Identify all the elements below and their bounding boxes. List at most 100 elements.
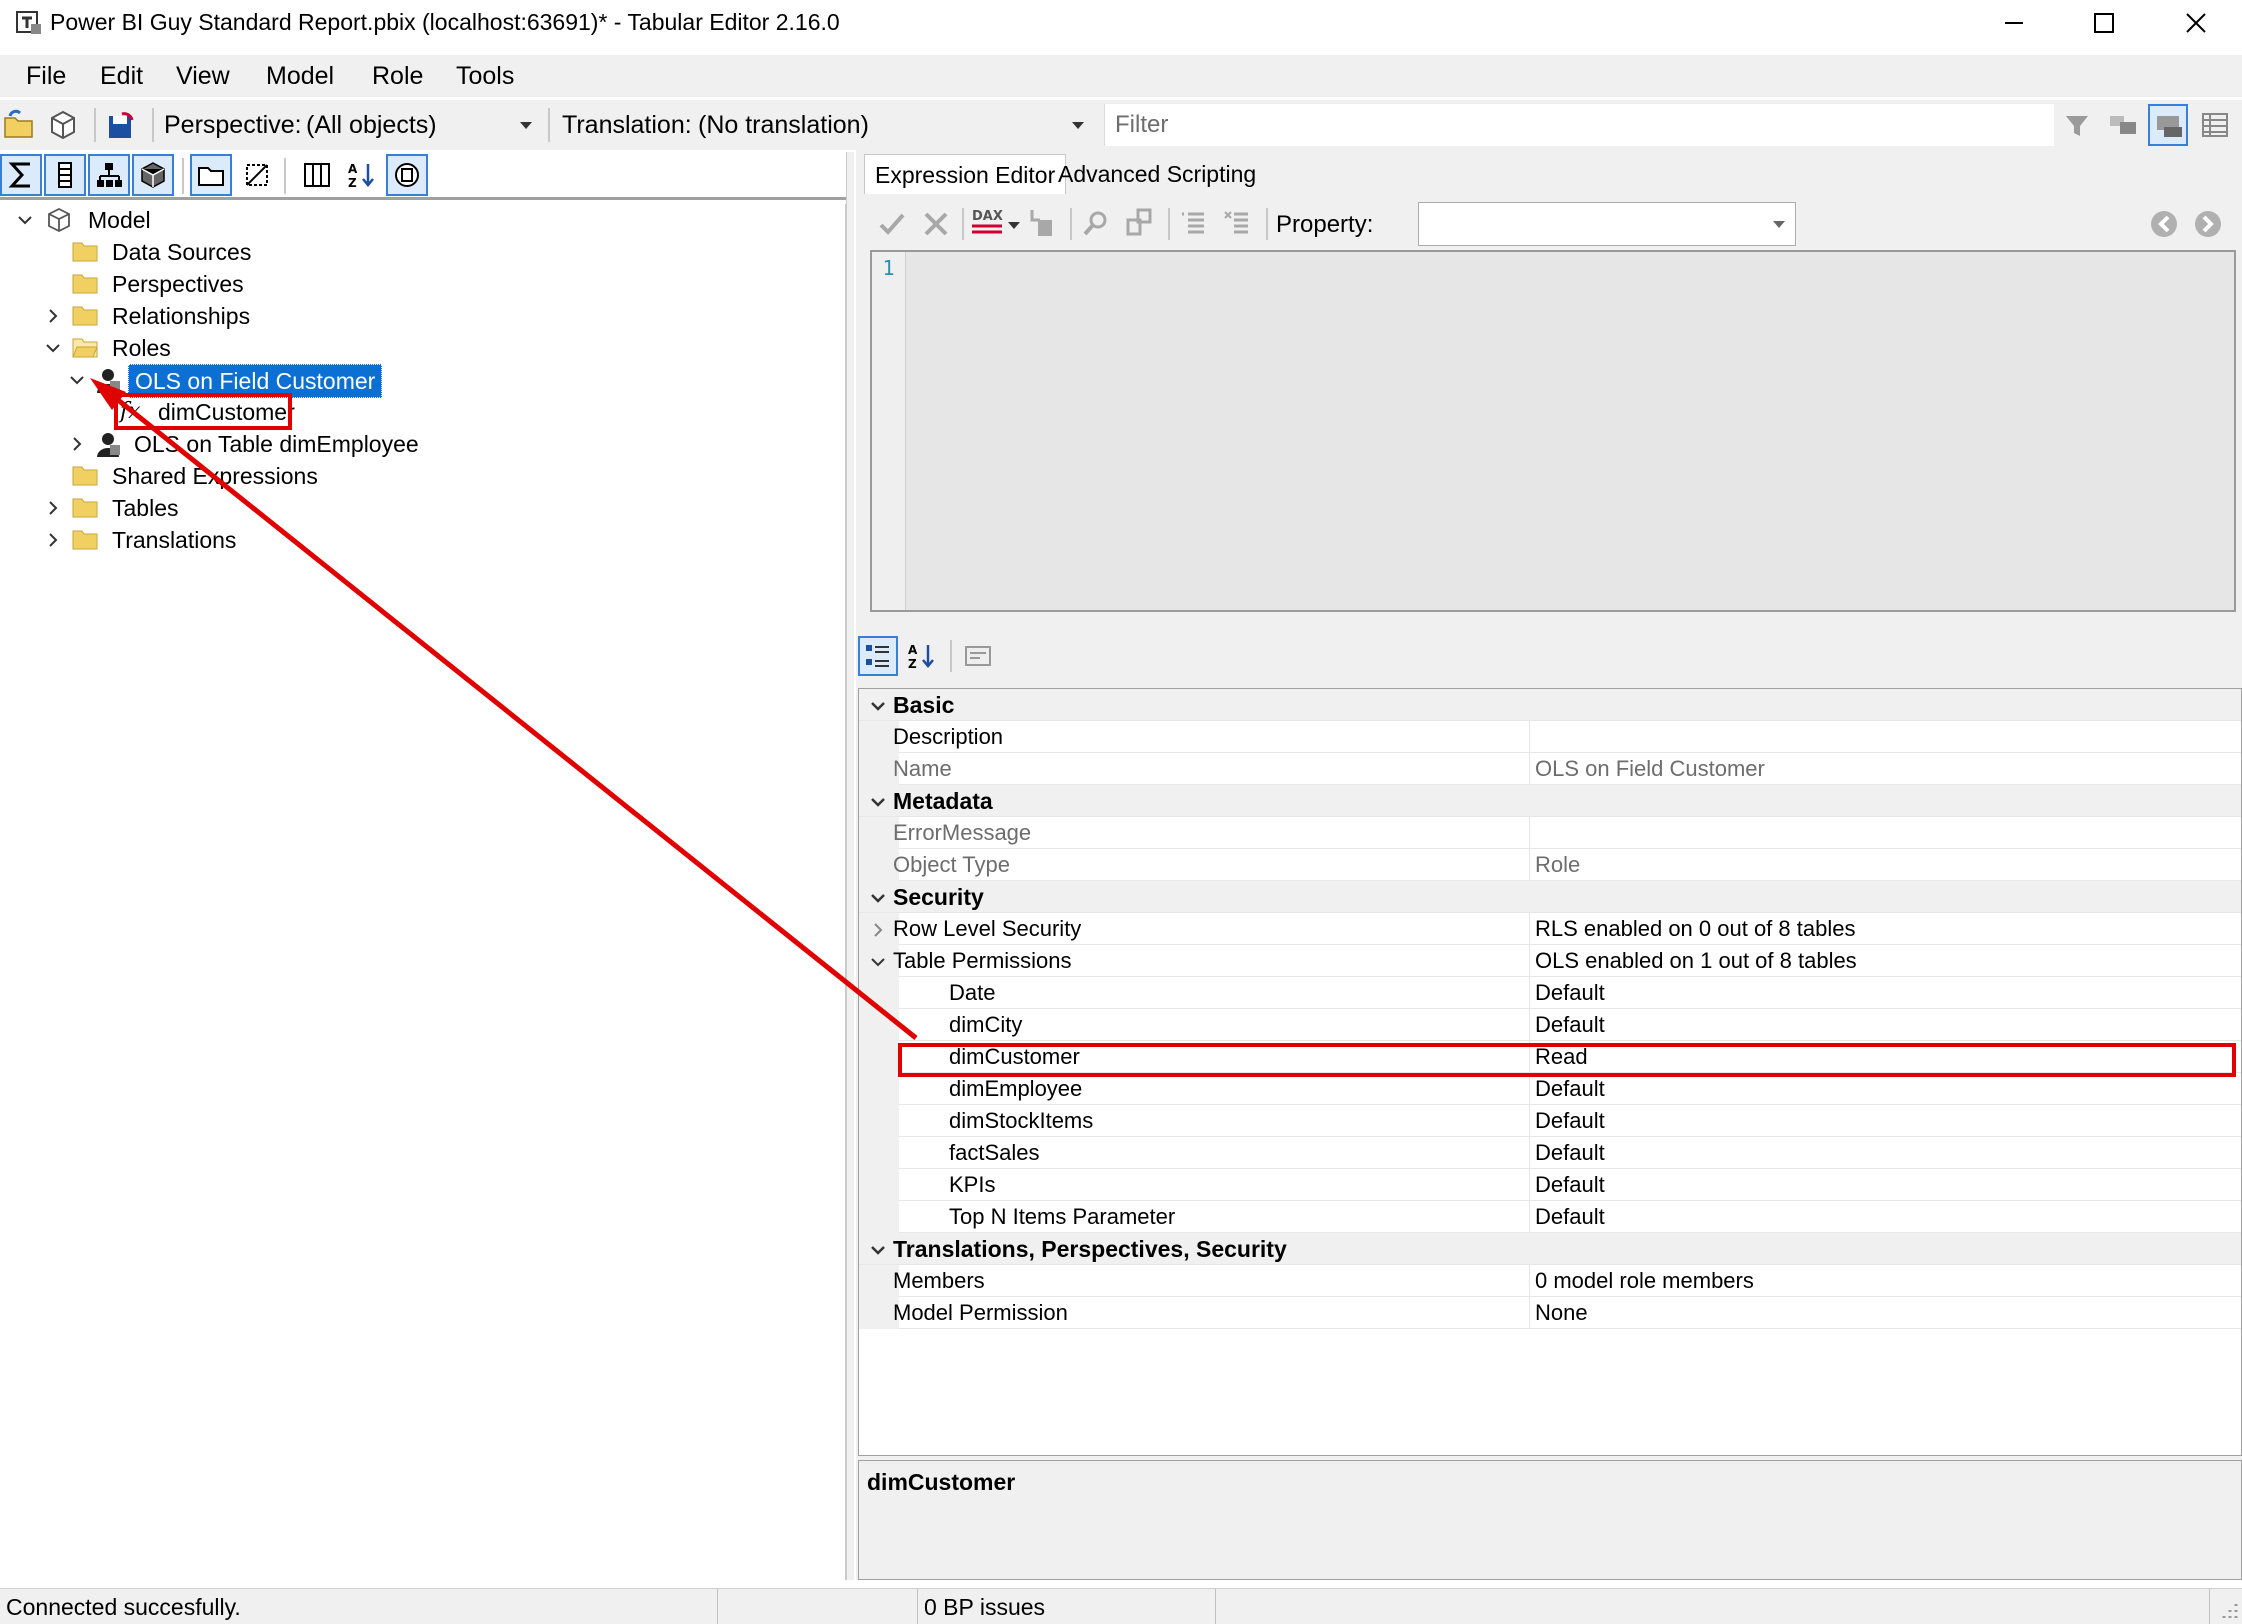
open-folder-icon[interactable] — [2, 108, 36, 142]
property-row-members[interactable]: Members 0 model role members — [859, 1265, 2241, 1297]
property-value[interactable]: Default — [1535, 1009, 1605, 1041]
menu-model[interactable]: Model — [266, 61, 334, 91]
translation-dropdown[interactable]: (No translation) — [692, 106, 1092, 144]
category-translations-perspectives-security[interactable]: Translations, Perspectives, Security — [859, 1233, 2241, 1265]
chevron-down-icon[interactable] — [44, 339, 62, 357]
menu-view[interactable]: View — [176, 61, 230, 91]
dax-formatter-icon[interactable]: DAX — [970, 204, 1006, 242]
tab-advanced-scripting[interactable]: Advanced Scripting — [1048, 154, 1266, 194]
filter-funnel-icon[interactable] — [2060, 108, 2094, 142]
sort-alphabetically-button[interactable]: AZ — [340, 154, 382, 196]
chevron-down-icon[interactable] — [68, 371, 86, 389]
property-row-name[interactable]: Name OLS on Field Customer — [859, 753, 2241, 785]
property-value[interactable]: Default — [1535, 1105, 1605, 1137]
category-security[interactable]: Security — [859, 881, 2241, 913]
chevron-down-icon[interactable] — [16, 211, 34, 229]
property-value[interactable]: Default — [1535, 977, 1605, 1009]
property-row-description[interactable]: Description — [859, 721, 2241, 753]
dependencies-icon[interactable] — [1026, 206, 1058, 240]
property-dropdown[interactable] — [1418, 202, 1796, 246]
property-row-error-message[interactable]: ErrorMessage — [859, 817, 2241, 849]
perspective-dropdown[interactable]: (All objects) — [300, 106, 540, 144]
category-basic[interactable]: Basic — [859, 689, 2241, 721]
property-value[interactable]: Default — [1535, 1137, 1605, 1169]
table-permission-row[interactable]: Top N Items Parameter Default — [859, 1201, 2241, 1233]
show-hierarchies-button[interactable] — [88, 154, 130, 196]
tab-expression-editor[interactable]: Expression Editor — [864, 154, 1067, 194]
deploy-model-icon[interactable] — [46, 108, 80, 142]
chevron-down-icon[interactable] — [869, 793, 887, 811]
tree-node-relationships[interactable]: Relationships — [40, 300, 340, 332]
property-value[interactable]: 0 model role members — [1535, 1265, 1754, 1297]
chevron-right-icon[interactable] — [44, 307, 62, 325]
property-row-table-permissions[interactable]: Table Permissions OLS enabled on 1 out o… — [859, 945, 2241, 977]
forward-arrow-icon[interactable] — [2192, 208, 2224, 240]
uncomment-icon[interactable] — [1222, 208, 1254, 240]
tree-node-data-sources[interactable]: Data Sources — [40, 236, 340, 268]
show-columns-button[interactable] — [44, 154, 86, 196]
menu-role[interactable]: Role — [372, 61, 423, 91]
category-metadata[interactable]: Metadata — [859, 785, 2241, 817]
show-measures-button[interactable] — [0, 154, 42, 196]
show-columns-pane-button[interactable] — [296, 154, 338, 196]
minimize-button[interactable] — [1968, 0, 2060, 46]
tree-node-role-ols-field-customer[interactable]: OLS on Field Customer — [64, 364, 384, 398]
find-icon[interactable] — [1080, 208, 1112, 240]
chevron-down-icon[interactable] — [869, 953, 887, 971]
bp-issues-link[interactable]: 0 BP issues — [918, 1589, 1216, 1624]
table-permission-row[interactable]: dimEmployee Default — [859, 1073, 2241, 1105]
chevron-right-icon[interactable] — [44, 499, 62, 517]
close-button[interactable] — [2150, 0, 2242, 46]
list-view-icon[interactable] — [2198, 108, 2232, 142]
display-mode-icon[interactable] — [2106, 108, 2140, 142]
property-value[interactable]: Default — [1535, 1073, 1605, 1105]
chevron-right-icon[interactable] — [869, 921, 887, 939]
tree-node-translations[interactable]: Translations — [40, 524, 340, 556]
property-value[interactable]: Default — [1535, 1201, 1605, 1233]
comment-icon[interactable] — [1178, 208, 1210, 240]
show-hidden-button[interactable] — [236, 154, 278, 196]
chevron-right-icon[interactable] — [68, 435, 86, 453]
tree-node-tables[interactable]: Tables — [40, 492, 340, 524]
table-permission-row[interactable]: Date Default — [859, 977, 2241, 1009]
back-arrow-icon[interactable] — [2148, 208, 2180, 240]
chevron-down-icon[interactable] — [1008, 220, 1020, 230]
tree-node-role-ols-table-dimemployee[interactable]: OLS on Table dimEmployee — [64, 428, 419, 460]
chevron-down-icon[interactable] — [869, 697, 887, 715]
cancel-x-icon[interactable] — [920, 208, 952, 240]
chevron-down-icon[interactable] — [869, 1241, 887, 1259]
table-permission-row[interactable]: dimStockItems Default — [859, 1105, 2241, 1137]
chevron-right-icon[interactable] — [44, 531, 62, 549]
property-value[interactable]: None — [1535, 1297, 1588, 1329]
menu-tools[interactable]: Tools — [456, 61, 514, 91]
tree-node-shared-expressions[interactable]: Shared Expressions — [40, 460, 340, 492]
replace-icon[interactable] — [1124, 206, 1156, 240]
table-permission-row[interactable]: factSales Default — [859, 1137, 2241, 1169]
maximize-button[interactable] — [2058, 0, 2150, 46]
panel-splitter[interactable] — [846, 152, 854, 1580]
property-value[interactable]: Default — [1535, 1169, 1605, 1201]
expression-code-editor[interactable]: 1 — [870, 250, 2236, 612]
resize-grip-icon[interactable] — [2216, 1598, 2238, 1620]
property-row-row-level-security[interactable]: Row Level Security RLS enabled on 0 out … — [859, 913, 2241, 945]
tree-node-model[interactable]: Model — [16, 204, 316, 236]
save-icon[interactable] — [104, 108, 138, 142]
menu-edit[interactable]: Edit — [100, 61, 143, 91]
alphabetical-view-button[interactable]: AZ — [902, 636, 942, 676]
show-display-folders-button[interactable] — [190, 154, 232, 196]
show-info-columns-button[interactable] — [386, 154, 428, 196]
accept-checkmark-icon[interactable] — [876, 208, 908, 240]
filter-input[interactable]: Filter — [1104, 104, 2054, 146]
table-permission-row[interactable]: KPIs Default — [859, 1169, 2241, 1201]
property-row-model-permission[interactable]: Model Permission None — [859, 1297, 2241, 1329]
tree-node-roles[interactable]: Roles — [40, 332, 340, 364]
show-partitions-button[interactable] — [132, 154, 174, 196]
tree-view-mode-button[interactable] — [2148, 104, 2188, 146]
table-permission-row[interactable]: dimCity Default — [859, 1009, 2241, 1041]
property-pages-button[interactable] — [958, 636, 998, 676]
menu-file[interactable]: File — [26, 61, 66, 91]
chevron-down-icon[interactable] — [869, 889, 887, 907]
categorized-view-button[interactable] — [858, 636, 898, 676]
property-row-object-type[interactable]: Object Type Role — [859, 849, 2241, 881]
tree-node-perspectives[interactable]: Perspectives — [40, 268, 340, 300]
